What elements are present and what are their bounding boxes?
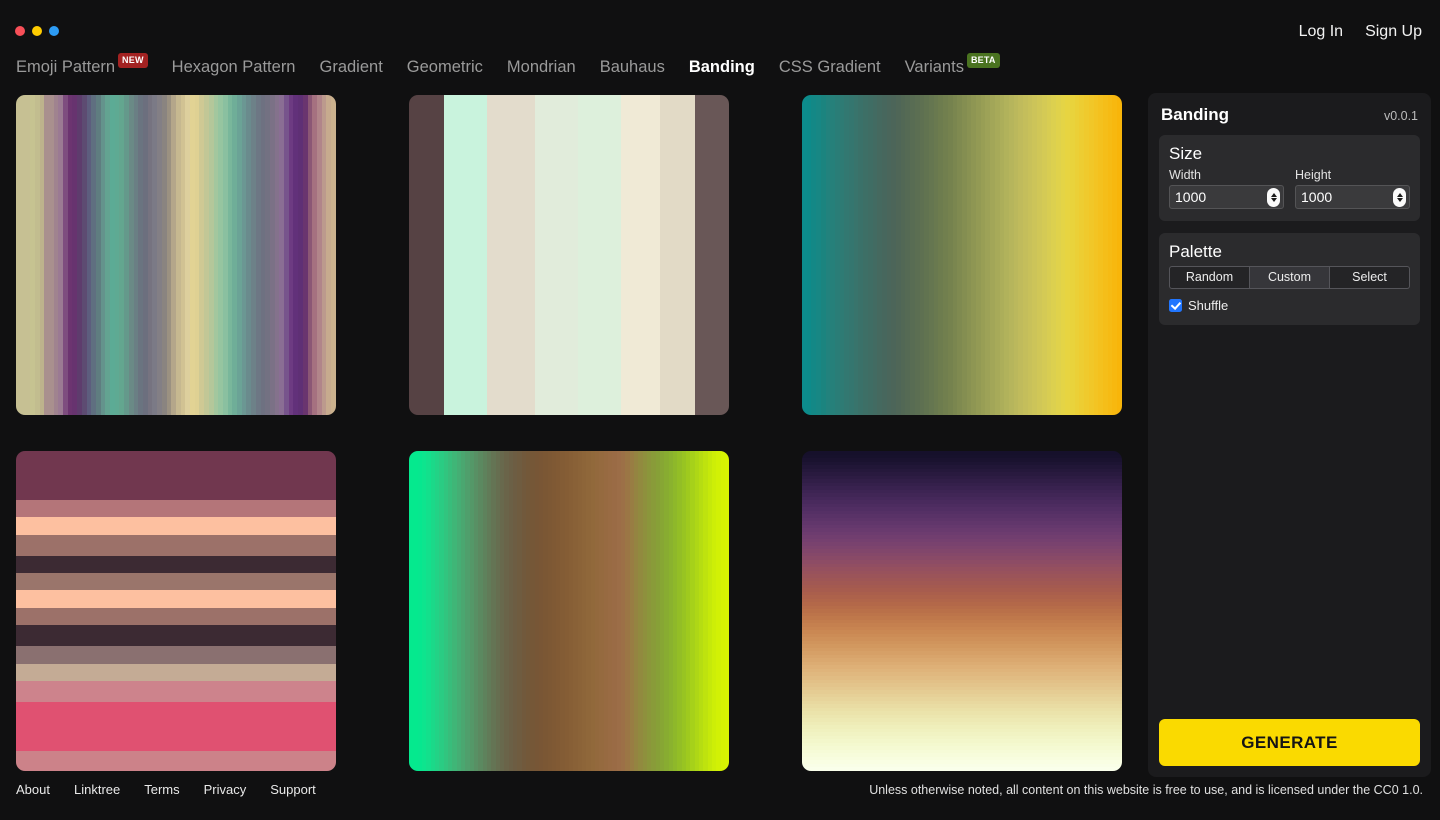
- log-in-link[interactable]: Log In: [1299, 20, 1343, 44]
- nav-item-label: Gradient: [319, 58, 383, 76]
- width-label: Width: [1169, 168, 1201, 182]
- footer-link-support[interactable]: Support: [270, 782, 316, 797]
- palette-random-button[interactable]: Random: [1169, 266, 1250, 289]
- band-strip: [802, 95, 1122, 415]
- license-note: Unless otherwise noted, all content on t…: [869, 783, 1423, 797]
- nav-item-banding[interactable]: Banding: [689, 53, 755, 81]
- banding-card-5[interactable]: [409, 451, 729, 771]
- nav-item-label: Emoji Pattern: [16, 58, 116, 76]
- band-strip: [802, 451, 1122, 771]
- band: [724, 95, 729, 415]
- height-input-wrap[interactable]: [1295, 185, 1410, 209]
- nav-badge-beta: BETA: [966, 53, 1000, 68]
- nav-item-label: Hexagon Pattern: [171, 58, 296, 76]
- footer-link-linktree[interactable]: Linktree: [74, 782, 120, 797]
- palette-section: Palette Random Custom Select Shuffle: [1159, 233, 1420, 325]
- nav-item-css-gradient[interactable]: CSS Gradient: [779, 53, 881, 81]
- height-field: Height: [1295, 168, 1410, 209]
- nav-item-emoji-pattern[interactable]: Emoji Pattern NEW: [16, 53, 148, 81]
- width-spinner[interactable]: [1267, 187, 1280, 207]
- banding-card-1[interactable]: [16, 95, 336, 415]
- palette-section-title: Palette: [1169, 242, 1222, 261]
- sign-up-link[interactable]: Sign Up: [1365, 20, 1422, 44]
- nav-item-label: Mondrian: [506, 58, 576, 76]
- band: [1117, 95, 1122, 415]
- shuffle-row[interactable]: Shuffle: [1169, 298, 1410, 313]
- width-field: Width: [1169, 168, 1284, 209]
- nav-badge-new: NEW: [118, 53, 148, 68]
- chevron-up-icon: [1396, 192, 1403, 197]
- banding-card-4[interactable]: [16, 451, 336, 771]
- width-input-wrap[interactable]: [1169, 185, 1284, 209]
- palette-select-button[interactable]: Select: [1330, 266, 1410, 289]
- footer-link-privacy[interactable]: Privacy: [204, 782, 247, 797]
- nav-item-variants[interactable]: Variants BETA: [905, 53, 1000, 81]
- nav-item-label: Banding: [688, 58, 755, 76]
- nav-item-mondrian[interactable]: Mondrian: [507, 53, 576, 81]
- chevron-up-icon: [1270, 192, 1277, 197]
- height-spinner[interactable]: [1393, 187, 1406, 207]
- band: [331, 95, 336, 415]
- footer-link-terms[interactable]: Terms: [144, 782, 179, 797]
- shuffle-checkbox[interactable]: [1169, 299, 1182, 312]
- banding-card-3[interactable]: [802, 95, 1122, 415]
- band: [16, 768, 336, 771]
- band-strip: [16, 95, 336, 415]
- controls-sidebar: Banding v0.0.1 Size Width Heig: [1148, 93, 1431, 777]
- sidebar-version: v0.0.1: [1383, 109, 1418, 123]
- chevron-down-icon: [1270, 197, 1277, 202]
- nav-item-geometric[interactable]: Geometric: [407, 53, 483, 81]
- footer-link-about[interactable]: About: [16, 782, 50, 797]
- banding-card-2[interactable]: [409, 95, 729, 415]
- height-input[interactable]: [1301, 186, 1393, 208]
- nav-item-hexagon-pattern[interactable]: Hexagon Pattern: [172, 53, 296, 81]
- nav-item-label: Bauhaus: [599, 58, 665, 76]
- width-input[interactable]: [1175, 186, 1267, 208]
- sidebar-title: Banding: [1161, 105, 1229, 124]
- nav-item-gradient[interactable]: Gradient: [320, 53, 383, 81]
- minimize-dot[interactable]: [32, 26, 42, 36]
- band-strip: [409, 451, 729, 771]
- main-nav: Emoji Pattern NEW Hexagon Pattern Gradient G…: [16, 53, 1000, 81]
- pattern-gallery: [16, 93, 1128, 777]
- band: [802, 767, 1122, 771]
- palette-custom-button[interactable]: Custom: [1250, 266, 1330, 289]
- size-section: Size Width Height: [1159, 135, 1420, 221]
- palette-mode-group: Random Custom Select: [1169, 266, 1410, 289]
- size-section-title: Size: [1169, 144, 1203, 163]
- nav-item-label: Variants: [904, 58, 964, 76]
- band-strip: [409, 95, 729, 415]
- app-root: Log In Sign Up Emoji Pattern NEW Hexagon P…: [0, 0, 1440, 820]
- shuffle-label: Shuffle: [1188, 298, 1229, 313]
- sidebar-header: Banding v0.0.1: [1159, 103, 1420, 125]
- nav-item-label: Geometric: [406, 58, 483, 76]
- banding-card-6[interactable]: [802, 451, 1122, 771]
- top-bar: Log In Sign Up Emoji Pattern NEW Hexagon P…: [0, 0, 1440, 86]
- size-fields: Width Height: [1169, 168, 1410, 209]
- footer-links: About Linktree Terms Privacy Support: [16, 782, 316, 797]
- footer: About Linktree Terms Privacy Support Unless …: [0, 776, 1440, 820]
- maximize-dot[interactable]: [49, 26, 59, 36]
- window-controls: [15, 26, 59, 36]
- close-dot[interactable]: [15, 26, 25, 36]
- band: [724, 451, 729, 771]
- band-strip: [16, 451, 336, 771]
- nav-item-bauhaus[interactable]: Bauhaus: [600, 53, 665, 81]
- height-label: Height: [1295, 168, 1332, 182]
- nav-item-label: CSS Gradient: [778, 58, 881, 76]
- auth-links: Log In Sign Up: [1299, 20, 1422, 44]
- generate-button[interactable]: GENERATE: [1159, 719, 1420, 766]
- chevron-down-icon: [1396, 197, 1403, 202]
